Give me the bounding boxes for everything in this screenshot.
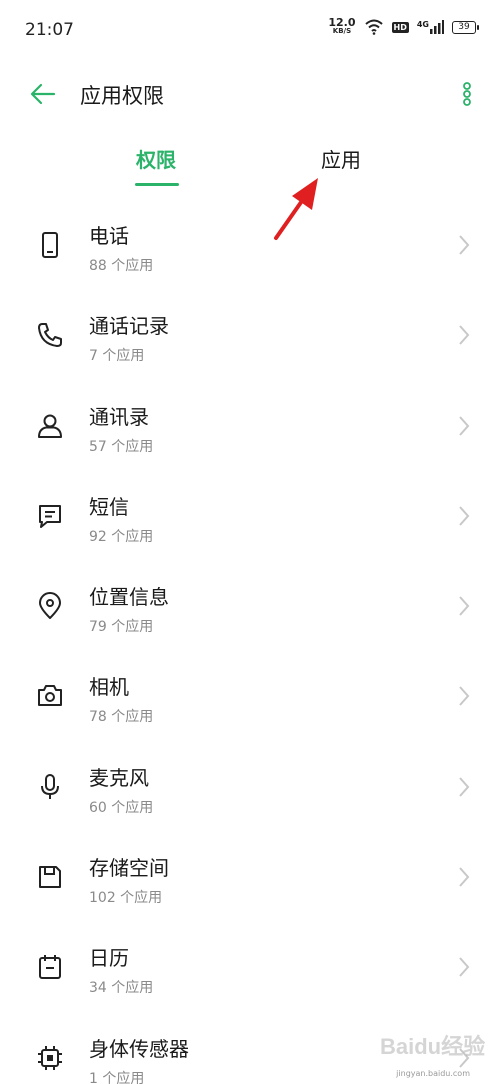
more-options-icon[interactable] [460, 82, 474, 106]
chevron-right-icon [459, 596, 470, 616]
tab-permissions[interactable]: 权限 [136, 144, 176, 173]
permission-count: 1 个应用 [89, 1070, 145, 1084]
chevron-right-icon [459, 506, 470, 526]
permission-count: 78 个应用 [89, 709, 154, 726]
storage-icon [39, 866, 61, 889]
permission-item-camera[interactable]: 相机 78 个应用 [0, 651, 500, 741]
permission-name: 日历 [89, 946, 129, 971]
permission-count: 79 个应用 [89, 619, 154, 636]
permission-name: 麦克风 [89, 765, 149, 790]
status-time: 21:07 [25, 20, 74, 40]
contacts-icon [38, 414, 62, 438]
permission-item-storage[interactable]: 存储空间 102 个应用 [0, 832, 500, 922]
permission-name: 存储空间 [89, 856, 169, 881]
microphone-icon [41, 773, 59, 799]
permission-count: 102 个应用 [89, 890, 163, 907]
network-speed: 12.0 KB/S [328, 16, 356, 36]
permission-count: 7 个应用 [89, 348, 145, 365]
permission-item-location[interactable]: 位置信息 79 个应用 [0, 561, 500, 651]
watermark-text: Baidu经验 [380, 1034, 485, 1059]
app-bar: 应用权限 [0, 68, 500, 120]
permission-count: 60 个应用 [89, 799, 154, 816]
chevron-right-icon [459, 777, 470, 797]
signal-icon: 4G [417, 20, 444, 34]
permission-item-contacts[interactable]: 通讯录 57 个应用 [0, 381, 500, 471]
network-speed-value: 12.0 [328, 16, 356, 29]
battery-icon: 39 [452, 20, 479, 34]
hd-badge: HD [391, 21, 409, 33]
permission-list: 电话 88 个应用 通话记录 7 个应用 通讯录 57 个应用 短信 92 个应… [0, 200, 500, 1084]
permission-count: 88 个应用 [89, 258, 154, 274]
permission-count: 92 个应用 [89, 528, 154, 545]
permission-name: 通话记录 [89, 314, 169, 339]
calendar-icon [39, 955, 61, 980]
permission-name: 通讯录 [89, 404, 149, 429]
location-icon [39, 592, 61, 620]
back-arrow-icon[interactable] [28, 80, 58, 108]
chevron-right-icon [459, 686, 470, 707]
permission-item-call-log[interactable]: 通话记录 7 个应用 [0, 290, 500, 380]
phone-icon [42, 232, 58, 258]
network-type: 4G [416, 20, 429, 29]
watermark-logo: Baidu经验 [380, 1034, 485, 1059]
chevron-right-icon [459, 867, 470, 887]
camera-icon [38, 685, 62, 707]
chevron-right-icon [459, 957, 470, 978]
page-title: 应用权限 [80, 84, 164, 108]
tab-bar: 权限 应用 [0, 140, 500, 190]
permission-item-sms[interactable]: 短信 92 个应用 [0, 471, 500, 561]
chevron-right-icon [459, 415, 470, 436]
sms-icon [39, 504, 61, 528]
status-bar: 21:07 12.0 KB/S HD 4G 39 [0, 0, 500, 60]
watermark-url: jingyan.baidu.com [396, 1069, 470, 1078]
signal-bars-icon [430, 20, 444, 34]
permission-count: 57 个应用 [89, 438, 154, 455]
permission-name: 相机 [89, 675, 129, 700]
status-icons: 12.0 KB/S HD 4G 39 [328, 16, 479, 36]
tab-indicator [135, 183, 179, 186]
tab-apps[interactable]: 应用 [321, 144, 361, 173]
call-log-icon [38, 323, 62, 348]
wifi-icon [364, 19, 383, 35]
body-sensor-icon [38, 1045, 62, 1070]
permission-name: 位置信息 [89, 585, 169, 610]
permission-item-phone[interactable]: 电话 88 个应用 [0, 200, 500, 290]
permission-name: 短信 [89, 494, 129, 519]
permission-count: 34 个应用 [89, 980, 154, 997]
chevron-right-icon [459, 235, 470, 255]
permission-name: 电话 [89, 224, 129, 248]
permission-name: 身体传感器 [89, 1036, 189, 1061]
permission-item-calendar[interactable]: 日历 34 个应用 [0, 922, 500, 1012]
chevron-right-icon [459, 325, 470, 345]
permission-item-microphone[interactable]: 麦克风 60 个应用 [0, 742, 500, 832]
